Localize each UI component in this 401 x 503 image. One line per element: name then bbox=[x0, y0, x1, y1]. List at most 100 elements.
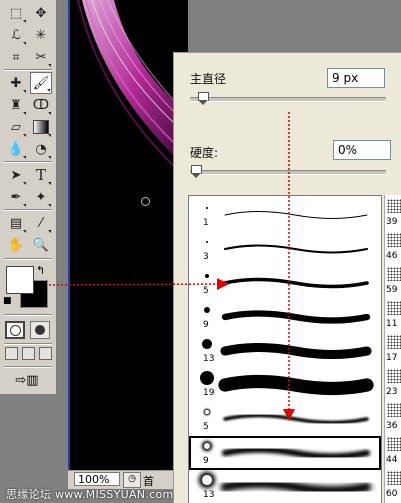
side-brush-preset[interactable]: 46 bbox=[385, 231, 401, 265]
path-selection-tool-icon[interactable]: ➤ bbox=[5, 164, 27, 186]
brush-size-label: 46 bbox=[386, 251, 398, 261]
brush-stroke-preview bbox=[220, 478, 372, 496]
brush-picker-panel: 主直径 9 px 硬度: 0% 1 3 5 9 13 19 5 9 13 39 46 59 11 17 2… bbox=[173, 52, 401, 503]
eraser-tool-icon[interactable]: ▱ bbox=[5, 116, 27, 138]
gradient-tool-icon[interactable] bbox=[30, 116, 52, 138]
brush-preset-side-column: 39 46 59 11 17 23 36 44 60 bbox=[384, 195, 401, 503]
toolbox-divider bbox=[4, 343, 52, 345]
brush-size-label: 9 bbox=[203, 456, 209, 466]
type-tool-icon[interactable]: T bbox=[30, 164, 52, 186]
side-brush-preset[interactable]: 44 bbox=[385, 435, 401, 469]
brush-tip-preview bbox=[205, 240, 209, 244]
brush-preset-row[interactable]: 9 bbox=[189, 300, 381, 334]
side-brush-preset[interactable]: 59 bbox=[385, 265, 401, 299]
diameter-input[interactable]: 9 px bbox=[327, 68, 385, 88]
brush-size-label: 17 bbox=[386, 353, 398, 363]
brush-preset-row[interactable]: 5 bbox=[189, 266, 381, 300]
side-brush-preset[interactable]: 39 bbox=[385, 197, 401, 231]
brush-preset-row[interactable]: 5 bbox=[189, 402, 381, 436]
brush-size-label: 44 bbox=[386, 455, 398, 465]
hand-tool-icon[interactable]: ✋ bbox=[5, 234, 27, 256]
textured-brush-tip-preview bbox=[387, 335, 401, 349]
dodge-tool-icon[interactable]: ◔ bbox=[30, 138, 52, 160]
brush-size-label: 9 bbox=[203, 320, 209, 330]
brush-tip-preview bbox=[200, 371, 214, 385]
brush-stroke-preview bbox=[224, 211, 368, 219]
lasso-tool-icon[interactable]: ℒ bbox=[5, 24, 27, 46]
site-watermark: 思缘论坛 www.MISSYUAN.com bbox=[6, 488, 174, 501]
history-brush-tool-icon[interactable]: ↀ bbox=[30, 94, 52, 116]
zoom-level-field[interactable]: 100% bbox=[74, 472, 120, 486]
healing-brush-tool-icon[interactable]: ✚ bbox=[5, 72, 27, 94]
textured-brush-tip-preview bbox=[387, 199, 401, 213]
brush-tip-preview bbox=[205, 410, 209, 414]
brush-size-label: 39 bbox=[386, 217, 398, 227]
toolbox-divider bbox=[4, 209, 52, 211]
toolbox-divider bbox=[4, 258, 52, 260]
brush-stroke-preview bbox=[221, 310, 371, 324]
full-screen-mode-icon[interactable] bbox=[39, 347, 52, 360]
standard-mode-button[interactable] bbox=[5, 321, 25, 339]
textured-brush-tip-preview bbox=[387, 233, 401, 247]
textured-brush-tip-preview bbox=[387, 437, 401, 451]
brush-cursor bbox=[141, 197, 150, 206]
crop-tool-icon[interactable]: ⌗ bbox=[5, 46, 27, 68]
brush-stroke-preview bbox=[220, 342, 372, 360]
side-brush-preset[interactable]: 11 bbox=[385, 299, 401, 333]
pen-tool-icon[interactable]: ✒ bbox=[5, 186, 27, 208]
brush-preset-row[interactable]: 13 bbox=[189, 334, 381, 368]
textured-brush-tip-preview bbox=[387, 369, 401, 383]
side-brush-preset[interactable]: 60 bbox=[385, 469, 401, 503]
default-colors-icon[interactable]: ■ bbox=[3, 296, 12, 306]
move-tool-icon[interactable]: ✥ bbox=[30, 2, 52, 24]
quick-mask-mode-button[interactable] bbox=[30, 321, 50, 339]
eyedropper-tool-icon[interactable]: ⁄ bbox=[30, 212, 52, 234]
brush-size-label: 13 bbox=[203, 490, 215, 500]
marquee-tool-icon[interactable]: ⬚ bbox=[5, 2, 27, 24]
side-brush-preset[interactable]: 17 bbox=[385, 333, 401, 367]
foreground-color-swatch[interactable] bbox=[6, 266, 34, 294]
brush-preset-row[interactable]: 3 bbox=[189, 232, 381, 266]
diameter-slider[interactable] bbox=[190, 92, 386, 105]
custom-shape-tool-icon[interactable]: ✦ bbox=[30, 186, 52, 208]
notes-tool-icon[interactable]: ▤ bbox=[5, 212, 27, 234]
brush-size-label: 5 bbox=[203, 422, 209, 432]
brush-size-label: 13 bbox=[203, 354, 215, 364]
canvas-light-streaks bbox=[77, 0, 187, 173]
brush-tool-icon[interactable]: 🖌 bbox=[30, 72, 52, 94]
standard-screen-mode-icon[interactable] bbox=[5, 347, 18, 360]
brush-stroke-preview bbox=[223, 277, 369, 289]
hardness-label: 硬度: bbox=[190, 146, 219, 160]
blur-tool-icon[interactable]: 💧 bbox=[5, 138, 27, 160]
side-brush-preset[interactable]: 36 bbox=[385, 401, 401, 435]
brush-size-label: 23 bbox=[386, 387, 398, 397]
clone-stamp-tool-icon[interactable]: ♜ bbox=[5, 94, 27, 116]
brush-preset-list[interactable]: 1 3 5 9 13 19 5 9 13 bbox=[188, 195, 382, 503]
brush-preset-row[interactable]: 9 bbox=[189, 436, 381, 470]
jump-to-imageready-icon[interactable]: ⇨▥ bbox=[5, 371, 49, 389]
textured-brush-tip-preview bbox=[387, 267, 401, 281]
hardness-slider[interactable] bbox=[190, 165, 386, 178]
document-canvas[interactable] bbox=[68, 0, 188, 470]
textured-brush-tip-preview bbox=[387, 403, 401, 417]
brush-tip-preview bbox=[204, 443, 211, 450]
brush-size-label: 1 bbox=[203, 218, 209, 228]
hardness-input[interactable]: 0% bbox=[333, 140, 391, 160]
brush-tip-preview bbox=[203, 306, 211, 314]
side-brush-preset[interactable]: 23 bbox=[385, 367, 401, 401]
brush-preset-row[interactable]: 19 bbox=[189, 368, 381, 402]
swap-colors-icon[interactable]: ↰ bbox=[36, 264, 45, 277]
brush-tip-preview bbox=[205, 274, 209, 278]
brush-stroke-preview bbox=[218, 374, 374, 396]
brush-size-label: 11 bbox=[386, 319, 398, 329]
slice-tool-icon[interactable]: ✂ bbox=[30, 46, 52, 68]
brush-preset-row[interactable]: 1 bbox=[189, 198, 381, 232]
brush-size-label: 19 bbox=[203, 388, 215, 398]
full-screen-menu-mode-icon[interactable] bbox=[22, 347, 35, 360]
brush-preset-row[interactable]: 13 bbox=[189, 470, 381, 503]
zoom-tool-icon[interactable]: 🔍 bbox=[30, 234, 52, 256]
magic-wand-tool-icon[interactable]: ✳ bbox=[30, 24, 52, 46]
textured-brush-tip-preview bbox=[387, 301, 401, 315]
brush-stroke-preview bbox=[223, 413, 369, 425]
textured-brush-tip-preview bbox=[387, 471, 401, 485]
